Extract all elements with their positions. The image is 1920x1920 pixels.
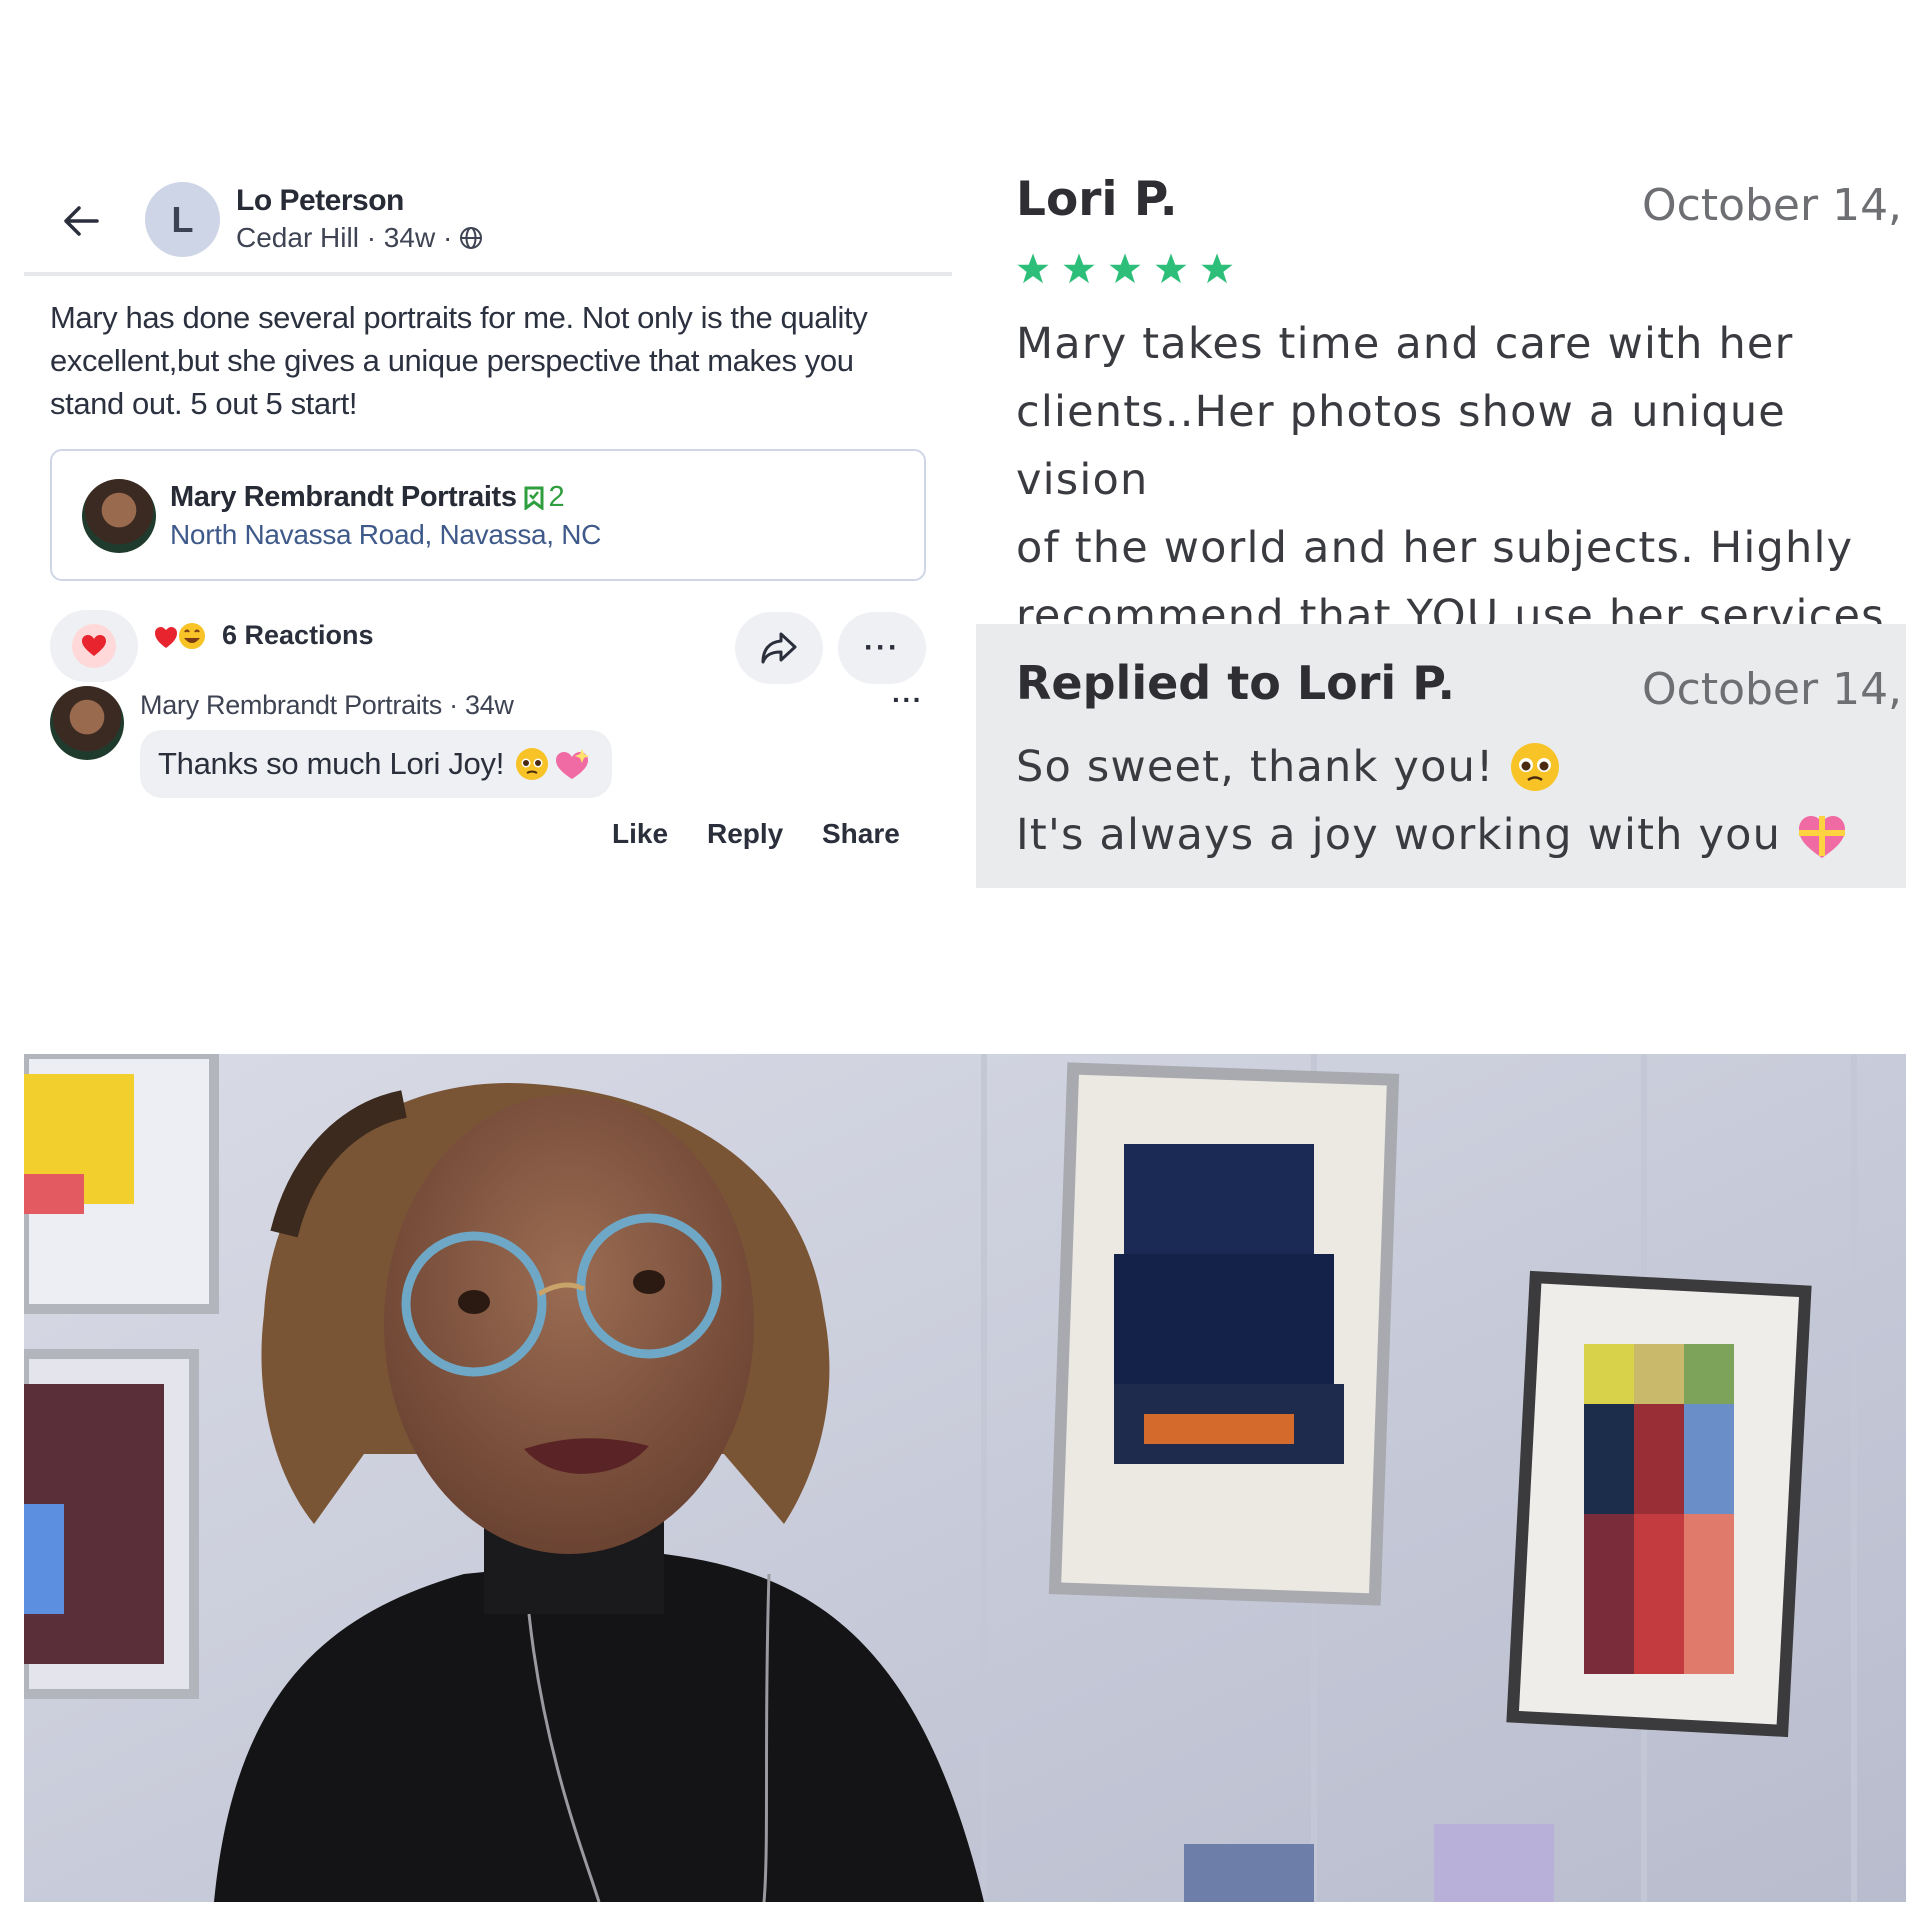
star-icon bbox=[1155, 253, 1187, 284]
heart-icon bbox=[72, 624, 116, 668]
review-text: Mary takes time and care with her client… bbox=[1016, 319, 1885, 641]
back-arrow-icon[interactable] bbox=[55, 195, 107, 247]
author-meta-text: Cedar Hill · 34w · bbox=[236, 222, 453, 253]
owner-reply-box: Replied to Lori P. October 14, So sweet,… bbox=[976, 624, 1906, 888]
reply-line-1: So sweet, thank you! bbox=[1016, 740, 1562, 794]
author-avatar[interactable]: L bbox=[145, 182, 220, 257]
business-name-row: Mary Rembrandt Portraits 2 bbox=[170, 481, 565, 514]
reaction-emojis-icon bbox=[155, 621, 207, 651]
star-icon bbox=[1017, 253, 1049, 284]
business-name: Mary Rembrandt Portraits bbox=[170, 481, 517, 513]
portrait-photo bbox=[24, 1054, 1906, 1902]
reply-author[interactable]: Mary Rembrandt Portraits · 34w bbox=[140, 690, 514, 721]
reply-line-2-text: It's always a joy working with you bbox=[1016, 810, 1782, 860]
star-icon bbox=[1109, 253, 1141, 284]
more-options-button[interactable]: ··· bbox=[838, 612, 926, 684]
pleading-and-sparkling-heart-icon bbox=[516, 748, 590, 780]
reply-bubble: Thanks so much Lori Joy! bbox=[140, 730, 613, 798]
review-date: October 14, bbox=[1642, 180, 1903, 231]
react-button[interactable] bbox=[50, 610, 138, 682]
share-link[interactable]: Share bbox=[822, 818, 900, 850]
business-avatar bbox=[82, 479, 156, 553]
post-body: Mary has done several portraits for me. … bbox=[50, 300, 868, 421]
share-arrow-icon bbox=[761, 632, 797, 664]
reply-avatar[interactable] bbox=[50, 686, 124, 760]
reactions-count[interactable]: 6 Reactions bbox=[222, 620, 374, 651]
reply-more-button[interactable]: ··· bbox=[892, 684, 923, 716]
reviewer-name: Lori P. bbox=[1016, 172, 1178, 227]
pleading-face-icon bbox=[1511, 743, 1560, 791]
reply-link[interactable]: Reply bbox=[707, 818, 783, 850]
reply-text: Thanks so much Lori Joy! bbox=[158, 746, 505, 781]
reply-line-2: It's always a joy working with you bbox=[1016, 808, 1849, 862]
gift-heart-icon bbox=[1799, 816, 1846, 858]
badge-count: 2 bbox=[548, 481, 565, 513]
business-card[interactable]: Mary Rembrandt Portraits 2 North Navassa… bbox=[50, 449, 926, 581]
author-name[interactable]: Lo Peterson bbox=[236, 184, 404, 218]
globe-icon bbox=[460, 227, 483, 249]
recommendation-badge: 2 bbox=[523, 481, 565, 514]
reply-title: Replied to Lori P. bbox=[1016, 656, 1455, 710]
reply-line-1-text: So sweet, thank you! bbox=[1016, 742, 1495, 792]
gallery-portrait-image bbox=[24, 1054, 1906, 1902]
like-link[interactable]: Like bbox=[612, 818, 668, 850]
author-initial: L bbox=[171, 198, 194, 240]
nextdoor-post-panel: L Lo Peterson Cedar Hill · 34w · Mary ha… bbox=[0, 0, 975, 940]
bookmark-badge-icon bbox=[524, 486, 544, 510]
share-button[interactable] bbox=[735, 612, 823, 684]
business-address: North Navassa Road, Navassa, NC bbox=[170, 519, 602, 550]
star-icon bbox=[1201, 253, 1233, 284]
star-rating bbox=[1016, 252, 1234, 286]
star-icon bbox=[1063, 253, 1095, 284]
header-divider bbox=[24, 272, 952, 276]
author-meta: Cedar Hill · 34w · bbox=[236, 222, 484, 254]
more-options-label: ··· bbox=[864, 631, 900, 664]
reply-date: October 14, bbox=[1642, 664, 1903, 715]
